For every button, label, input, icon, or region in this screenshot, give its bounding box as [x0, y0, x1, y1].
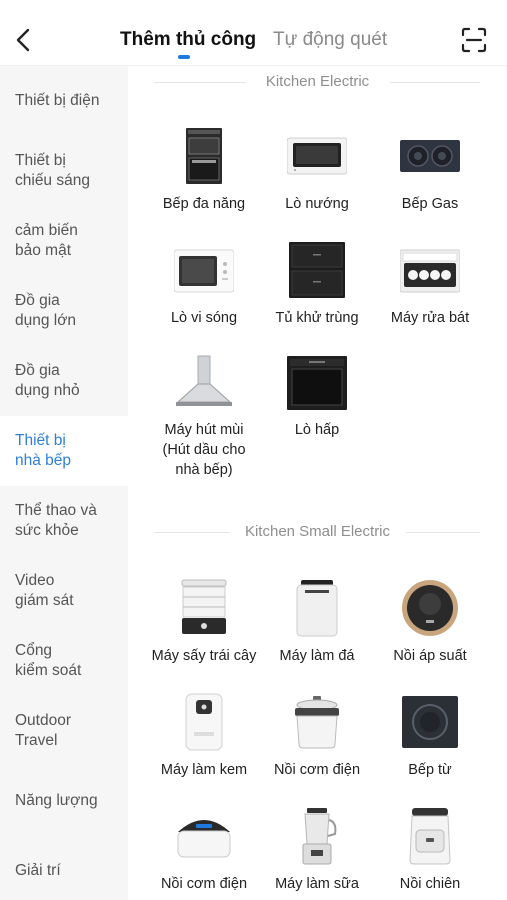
sidebar-item-label: cảm biến bảo mật: [15, 222, 78, 259]
device-label: Nồi cơm điện: [273, 762, 361, 778]
pressure-cooker-icon: [402, 580, 458, 636]
sterilizer-cabinet-icon: [289, 242, 345, 298]
sidebar-item-video-surveillance[interactable]: Video giám sát: [0, 556, 128, 626]
device-catalog: Kitchen Electric Bếp đa năng Lò nướng Bế…: [128, 66, 507, 900]
fruit-dryer-icon: [181, 579, 227, 634]
sidebar-item-outdoor-travel[interactable]: Outdoor Travel: [0, 696, 128, 766]
category-sidebar: Thiết bị điện Thiết bị chiếu sáng cảm bi…: [0, 66, 128, 900]
device-label: Máy làm đá: [279, 648, 355, 664]
device-label: Máy làm sữa: [275, 876, 359, 892]
gas-stove-icon: [400, 140, 460, 172]
scan-icon[interactable]: [460, 26, 488, 54]
steam-oven-icon: [287, 356, 347, 410]
sidebar-item-kitchen[interactable]: Thiết bị nhà bếp: [0, 416, 128, 486]
rice-cooker-2-icon: [177, 820, 231, 858]
sidebar-item-label: Thiết bị điện: [15, 92, 100, 109]
device-label: Nồi áp suất: [393, 648, 467, 664]
sidebar-item-label: Outdoor Travel: [15, 712, 72, 749]
sidebar-item-electrical[interactable]: Thiết bị điện: [0, 66, 128, 136]
section-title: Kitchen Small Electric: [236, 523, 399, 540]
device-label: Máy rửa bát: [390, 310, 470, 326]
device-label: Nồi chiên: [399, 876, 461, 892]
sidebar-item-label: Năng lượng: [15, 792, 98, 809]
section-header: Kitchen Electric: [128, 70, 507, 94]
multi-cooker-icon: [186, 128, 222, 184]
back-arrow-icon[interactable]: [10, 22, 38, 58]
oven-icon: [287, 137, 347, 175]
sidebar-item-sports-health[interactable]: Thể thao và sức khỏe: [0, 486, 128, 556]
sidebar-item-gate-control[interactable]: Cổng kiểm soát: [0, 626, 128, 696]
tab-manual-add[interactable]: Thêm thủ công: [120, 29, 256, 51]
microwave-icon: [174, 249, 234, 293]
sidebar-item-label: Đồ gia dụng lớn: [15, 292, 77, 329]
header: Thêm thủ công Tự động quét: [0, 0, 507, 66]
sidebar-item-label: Thể thao và sức khỏe: [15, 502, 97, 539]
ice-maker-icon: [296, 580, 338, 637]
sidebar-item-label: Thiết bị nhà bếp: [15, 432, 72, 469]
sidebar-item-small-appliances[interactable]: Đồ gia dụng nhỏ: [0, 346, 128, 416]
device-label: Lò nướng: [285, 196, 349, 212]
rice-cooker-icon: [295, 696, 339, 749]
tab-auto-scan[interactable]: Tự động quét: [273, 29, 387, 51]
sidebar-item-label: Thiết bị chiếu sáng: [15, 152, 90, 189]
dishwasher-icon: [400, 249, 460, 293]
sidebar-item-entertainment[interactable]: Giải trí: [0, 836, 128, 900]
air-fryer-icon: [409, 808, 451, 865]
device-label: Bếp từ: [408, 762, 452, 778]
section-header: Kitchen Small Electric: [128, 520, 507, 544]
device-label: Tủ khử trùng: [275, 310, 359, 326]
sidebar-item-large-appliances[interactable]: Đồ gia dụng lớn: [0, 276, 128, 346]
device-label: Máy hút mùi (Hút dầu cho nhà bếp): [162, 422, 246, 478]
range-hood-icon: [176, 355, 232, 406]
device-label: Nồi cơm điện: [160, 876, 248, 892]
device-label: Lò hấp: [294, 422, 340, 438]
device-label: Máy làm kem: [160, 762, 248, 778]
induction-cooker-icon: [402, 696, 458, 748]
active-tab-indicator: [178, 55, 190, 59]
sidebar-item-lighting[interactable]: Thiết bị chiếu sáng: [0, 136, 128, 206]
section-title: Kitchen Electric: [257, 73, 378, 90]
sidebar-item-label: Đồ gia dụng nhỏ: [15, 362, 80, 399]
device-label: Bếp Gas: [401, 196, 459, 212]
device-label: Máy sấy trái cây: [151, 648, 257, 664]
milk-maker-icon: [302, 808, 337, 865]
sidebar-item-label: Video giám sát: [15, 572, 74, 609]
device-label: Lò vi sóng: [170, 310, 238, 326]
sidebar-item-label: Cổng kiểm soát: [15, 642, 82, 679]
sidebar-item-label: Giải trí: [15, 862, 61, 879]
device-label: Bếp đa năng: [162, 196, 246, 212]
sidebar-item-energy[interactable]: Năng lượng: [0, 766, 128, 836]
ice-cream-maker-icon: [185, 693, 223, 751]
sidebar-item-security-sensors[interactable]: cảm biến bảo mật: [0, 206, 128, 276]
